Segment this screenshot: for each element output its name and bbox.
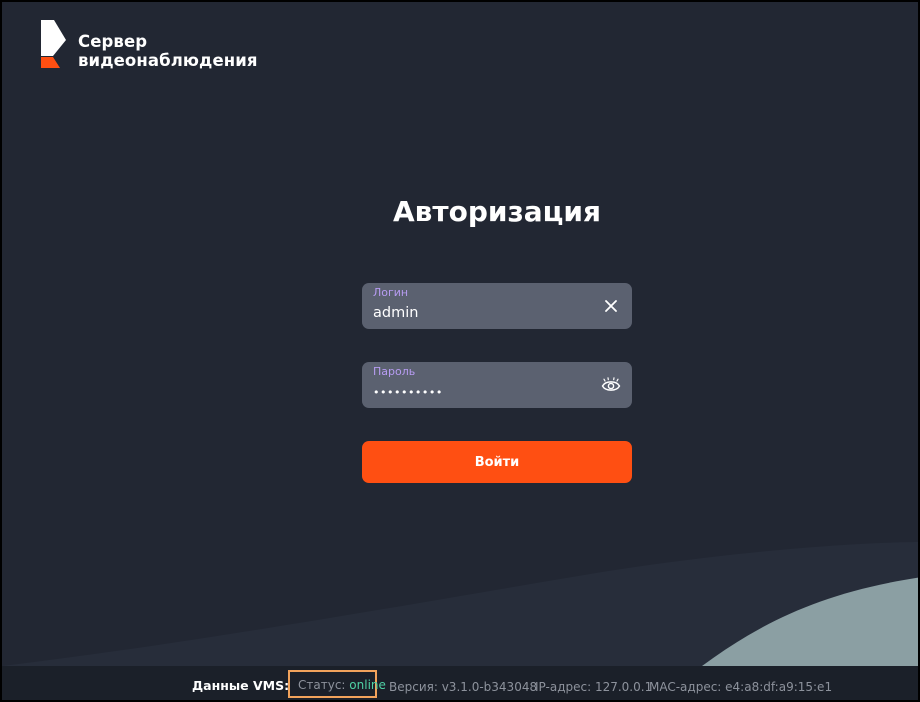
- status-text: Статус: online: [298, 678, 386, 693]
- page-title: Авторизация: [392, 195, 602, 228]
- login-field[interactable]: Логин: [362, 283, 632, 329]
- brand-name-line2: видеонаблюдения: [78, 51, 258, 70]
- mac-address-text: MAC-адрес: e4:a8:df:a9:15:e1: [649, 680, 833, 694]
- brand-name: Сервер видеонаблюдения: [78, 32, 258, 70]
- ip-address-text: IP-адрес: 127.0.0.1: [535, 680, 653, 694]
- login-button[interactable]: Войти: [362, 441, 632, 483]
- login-field-label: Логин: [373, 286, 409, 299]
- status-value: online: [349, 678, 386, 692]
- eye-icon: [601, 377, 621, 391]
- password-input[interactable]: [373, 381, 588, 403]
- version-text: Версия: v3.1.0-b343048: [389, 680, 538, 694]
- status-highlight-box: Статус: online: [288, 670, 386, 698]
- clear-login-button[interactable]: [600, 295, 622, 317]
- login-page: Сервер видеонаблюдения Авторизация Логин…: [0, 0, 920, 702]
- brand-name-line1: Сервер: [78, 32, 148, 51]
- vms-data-label: Данные VMS:: [192, 678, 290, 693]
- password-field-label: Пароль: [373, 365, 416, 378]
- brand-logo-icon: [41, 20, 66, 68]
- vms-info-footer: Данные VMS: Статус: online Версия: v3.1.…: [2, 666, 918, 700]
- clear-x-icon: [605, 300, 617, 312]
- logo: Сервер видеонаблюдения: [40, 18, 258, 70]
- password-field[interactable]: Пароль: [362, 362, 632, 408]
- background-waves: [2, 542, 918, 666]
- login-input[interactable]: [373, 302, 588, 324]
- toggle-password-visibility-button[interactable]: [600, 374, 622, 396]
- status-label: Статус:: [298, 678, 350, 692]
